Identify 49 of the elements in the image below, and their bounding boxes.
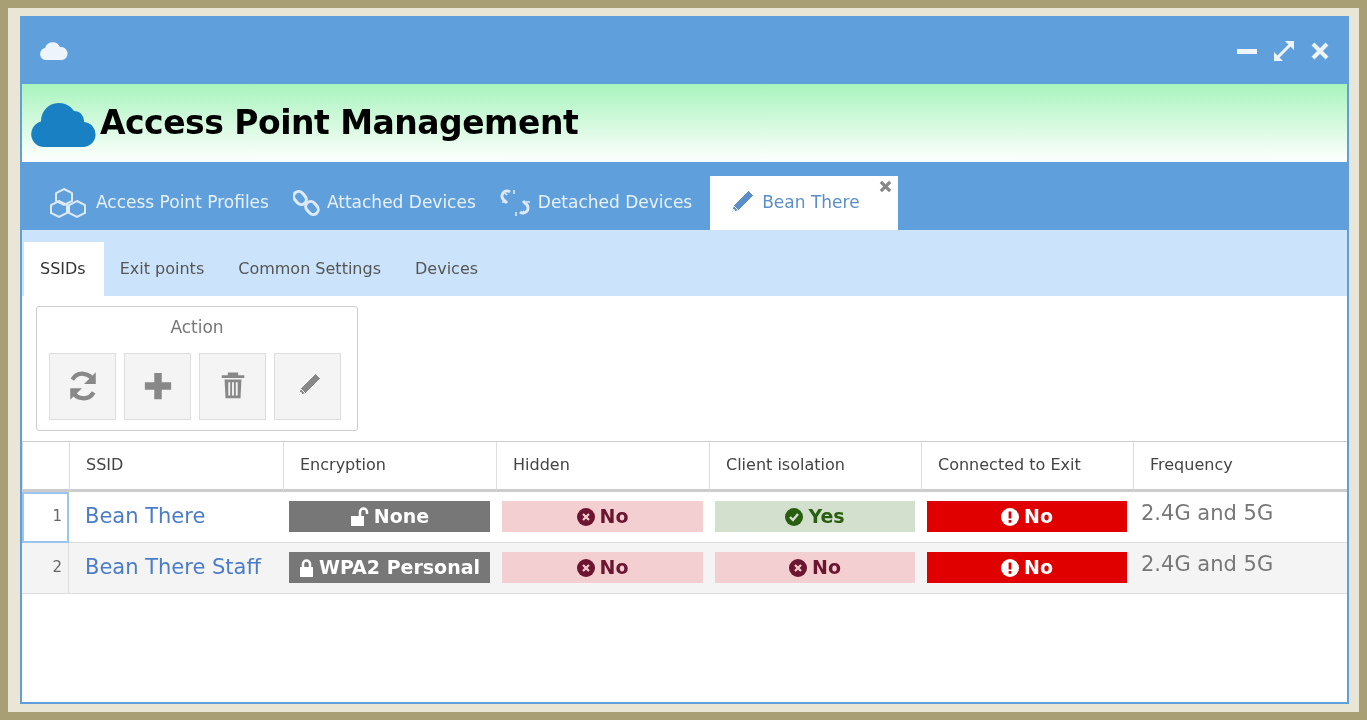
status-label: No [502, 501, 703, 532]
link-icon [292, 189, 321, 217]
status-label: No [927, 501, 1127, 532]
x-circle-icon [576, 507, 595, 526]
column-header: SSID [69, 440, 283, 492]
column-header: Frequency [1133, 440, 1347, 492]
panel-title: Action [169, 316, 225, 339]
status-label: No [927, 552, 1127, 583]
check-circle-icon [785, 507, 804, 526]
tab[interactable]: Common Settings [222, 242, 399, 296]
x-circle-icon [789, 558, 807, 577]
ssid-link[interactable]: Bean There [69, 500, 206, 533]
edit-button[interactable] [274, 352, 341, 420]
tab[interactable]: Access Point Profiles [44, 176, 287, 230]
tab[interactable]: Exit points [103, 242, 223, 296]
column-header: Hidden [496, 440, 709, 492]
column-header: Connected to Exit [921, 440, 1133, 492]
column-header: Encryption [283, 440, 496, 492]
table-cell: 2.4G and 5G [1133, 542, 1347, 594]
column-header: Client isolation [709, 440, 921, 492]
broken-link-icon [499, 188, 532, 218]
tab[interactable]: Devices [399, 242, 497, 296]
cloud-icon [40, 42, 68, 60]
minimize-icon[interactable] [1237, 48, 1257, 54]
x-circle-icon [576, 558, 595, 577]
unlocked-icon [349, 506, 369, 527]
lock-icon [298, 557, 314, 578]
tab[interactable]: Detached Devices [493, 176, 711, 230]
status-label: No [715, 552, 915, 583]
tab[interactable]: SSIDs [24, 242, 104, 296]
exclamation-circle-icon [1001, 558, 1019, 577]
row-number: 2 [22, 542, 69, 594]
close-icon[interactable] [878, 180, 892, 193]
expand-icon[interactable] [1273, 40, 1295, 62]
app-title: Access Point Management [100, 103, 579, 143]
row-number: 1 [22, 491, 69, 543]
refresh-button[interactable] [49, 352, 116, 420]
status-label: WPA2 Personal [289, 552, 490, 583]
status-label: No [502, 552, 703, 583]
tab[interactable]: Attached Devices [286, 176, 494, 230]
plus-icon [142, 371, 173, 401]
status-label: Yes [715, 501, 915, 532]
header-cell [22, 440, 69, 492]
status-label: None [289, 501, 490, 532]
exclamation-circle-icon [1001, 507, 1019, 526]
add-button[interactable] [124, 352, 191, 420]
table-cell: 2.4G and 5G [1133, 491, 1347, 543]
tab[interactable]: Bean There [710, 176, 898, 230]
delete-button[interactable] [199, 352, 266, 420]
